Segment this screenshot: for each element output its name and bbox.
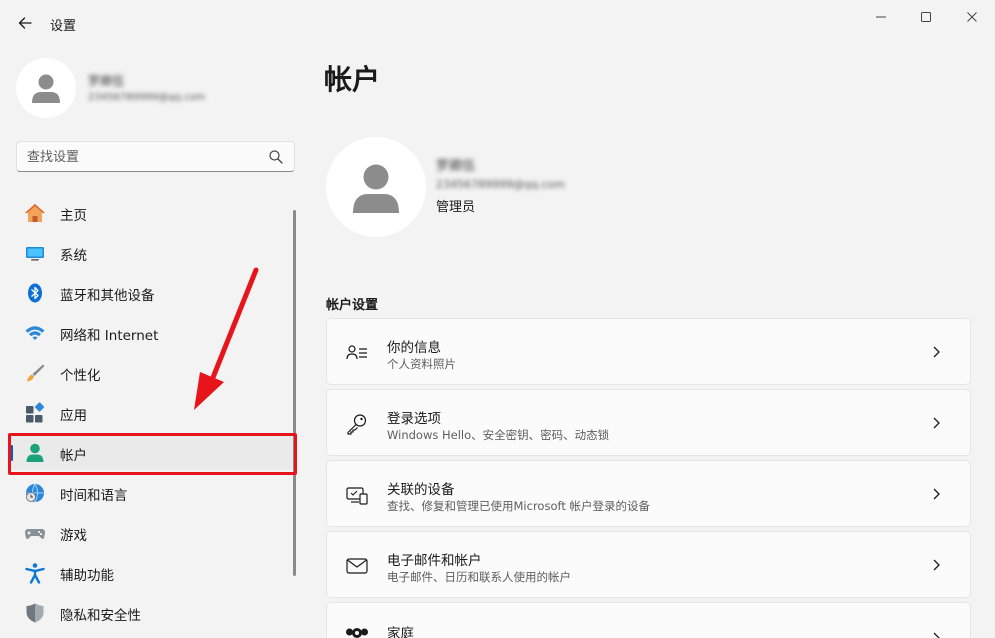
sidebar-item-label: 主页 [60, 208, 87, 224]
sidebar-item-accessibility[interactable]: 辅助功能 [10, 554, 296, 590]
home-icon [24, 202, 46, 224]
card-family[interactable]: 家庭 [326, 602, 971, 638]
card-description: 查找、修复和管理已使用Microsoft 帐户登录的设备 [387, 499, 650, 513]
page-title: 帐户 [324, 63, 381, 96]
sidebar-avatar[interactable] [16, 58, 76, 118]
sidebar-item-privacy[interactable]: 隐私和安全性 [10, 594, 296, 630]
accessibility-icon [24, 562, 46, 584]
close-button[interactable] [949, 4, 995, 30]
card-your-info[interactable]: 你的信息 个人资料照片 [326, 318, 971, 385]
card-title: 登录选项 [387, 411, 441, 427]
back-button[interactable] [12, 10, 38, 36]
card-title: 关联的设备 [387, 482, 455, 498]
brush-icon [24, 362, 46, 384]
sidebar-item-label: 个性化 [60, 368, 101, 384]
search-box[interactable] [16, 141, 295, 172]
user-silhouette-icon [32, 74, 60, 103]
annotation-arrow [194, 267, 259, 410]
search-input[interactable] [27, 148, 267, 166]
chevron-right-icon [933, 346, 940, 358]
globe-clock-icon [24, 482, 46, 504]
sidebar-item-label: 应用 [60, 408, 87, 424]
settings-window: 设置 罗卿伍 23456789999@qq.com 查找设置 主页 系统 蓝牙和… [0, 0, 995, 638]
sidebar-item-label: 系统 [60, 248, 87, 264]
sidebar-item-gaming[interactable]: 游戏 [10, 514, 296, 550]
account-name: 罗卿伍 [436, 159, 476, 174]
chevron-right-icon [933, 559, 940, 571]
maximize-button[interactable] [903, 4, 949, 30]
app-title: 设置 [50, 19, 77, 34]
title-bar: 设置 [0, 0, 995, 48]
sidebar-scrollbar[interactable] [293, 210, 296, 576]
card-sign-in-options[interactable]: 登录选项 Windows Hello、安全密钥、密码、动态锁 [326, 389, 971, 456]
sidebar-user-name: 罗卿伍 [88, 74, 125, 88]
mail-icon [345, 554, 369, 578]
card-email-accounts[interactable]: 电子邮件和帐户 电子邮件、日历和联系人使用的帐户 [326, 531, 971, 598]
card-description: 电子邮件、日历和联系人使用的帐户 [387, 570, 571, 584]
section-title: 帐户设置 [326, 298, 379, 313]
sidebar-item-label: 辅助功能 [60, 568, 114, 584]
minimize-icon [876, 16, 886, 18]
wifi-icon [24, 322, 46, 344]
chevron-right-icon [933, 632, 940, 638]
gamepad-icon [24, 522, 46, 544]
card-linked-devices[interactable]: 关联的设备 查找、修复和管理已使用Microsoft 帐户登录的设备 [326, 460, 971, 527]
sidebar-item-label: 网络和 Internet [60, 328, 159, 344]
linked-devices-icon [345, 483, 369, 507]
chevron-right-icon [933, 488, 940, 500]
sidebar-item-label: 时间和语言 [60, 488, 128, 504]
account-role: 管理员 [436, 200, 476, 215]
user-silhouette-icon [353, 164, 399, 213]
sidebar-item-time-language[interactable]: 时间和语言 [10, 474, 296, 510]
bluetooth-icon [24, 282, 46, 304]
sidebar-item-home[interactable]: 主页 [10, 194, 296, 230]
sidebar-item-label: 隐私和安全性 [60, 608, 141, 624]
card-title: 电子邮件和帐户 [387, 553, 482, 569]
close-icon [967, 12, 977, 22]
shield-icon [24, 602, 46, 624]
sidebar-user-email: 23456789999@qq.com [88, 92, 206, 103]
search-icon[interactable] [268, 149, 284, 165]
maximize-icon [921, 12, 931, 22]
account-avatar[interactable] [326, 137, 426, 237]
card-description: 个人资料照片 [387, 357, 456, 371]
apps-icon [24, 402, 46, 424]
family-icon [345, 623, 369, 638]
key-icon [345, 412, 369, 436]
card-description: Windows Hello、安全密钥、密码、动态锁 [387, 428, 610, 442]
card-title: 家庭 [387, 626, 414, 638]
display-icon [24, 242, 46, 264]
person-info-icon [345, 341, 369, 365]
arrow-left-icon [18, 17, 32, 29]
chevron-right-icon [933, 417, 940, 429]
sidebar-item-label: 游戏 [60, 528, 87, 544]
card-title: 你的信息 [387, 340, 441, 356]
minimize-button[interactable] [858, 4, 904, 30]
account-email: 23456789999@qq.com [436, 178, 565, 191]
sidebar-item-label: 蓝牙和其他设备 [60, 288, 155, 304]
annotation-highlight-box [8, 433, 297, 475]
